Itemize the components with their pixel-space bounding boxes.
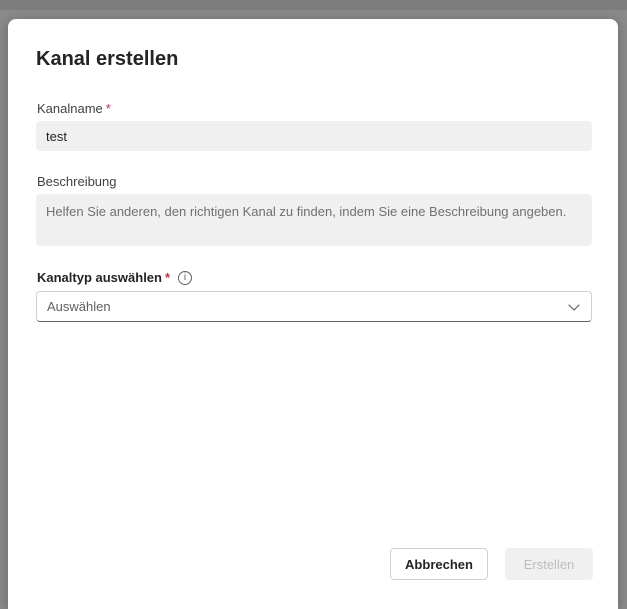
create-button[interactable]: Erstellen [505, 548, 593, 580]
channel-name-label-text: Kanalname [37, 101, 103, 116]
dialog-title: Kanal erstellen [36, 48, 179, 70]
description-label: Beschreibung [37, 174, 117, 189]
create-channel-dialog: Kanal erstellen Kanalname* Beschreibung … [8, 19, 618, 609]
required-marker: * [164, 270, 171, 285]
chevron-down-icon [567, 300, 581, 314]
channel-name-input[interactable] [36, 121, 592, 151]
cancel-button[interactable]: Abbrechen [390, 548, 488, 580]
channel-type-selected-value: Auswählen [47, 299, 111, 314]
channel-name-label: Kanalname * [37, 101, 111, 116]
channel-type-label-text: Kanaltyp auswählen [37, 270, 162, 285]
description-textarea[interactable] [36, 194, 592, 246]
info-icon[interactable]: i [178, 270, 193, 285]
channel-type-label: Kanaltyp auswählen * i [37, 270, 193, 285]
backdrop [0, 0, 627, 10]
required-marker: * [105, 101, 111, 116]
channel-type-dropdown[interactable]: Auswählen [36, 291, 592, 322]
